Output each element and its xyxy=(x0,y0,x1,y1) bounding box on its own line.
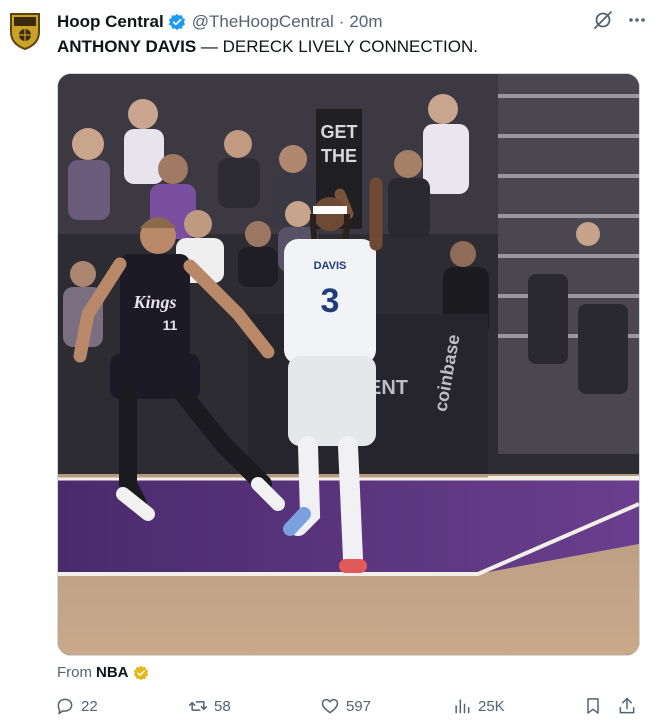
source-name[interactable]: NBA xyxy=(96,664,129,681)
bookmark-icon xyxy=(587,698,599,714)
author-handle[interactable]: @TheHoopCentral xyxy=(192,12,334,32)
tweet-text-rest: — DERECK LIVELY CONNECTION. xyxy=(196,37,478,56)
like-count: 597 xyxy=(346,697,372,715)
more-icon[interactable] xyxy=(627,10,647,30)
reply-button[interactable]: 22 xyxy=(55,696,98,716)
views-icon xyxy=(455,699,470,714)
arena-stairs xyxy=(498,74,639,454)
bookmark-button[interactable] xyxy=(583,696,603,716)
davis-jersey-number: 3 xyxy=(321,282,340,320)
source-prefix: From xyxy=(57,664,92,681)
repost-count: 58 xyxy=(214,697,231,715)
media-source: From NBA xyxy=(57,664,149,681)
views-button[interactable]: 25K xyxy=(452,696,505,716)
tweet-video[interactable]: GET THE coinbase ENT Kings 11 DAVIS 3 xyxy=(57,73,640,656)
share-icon xyxy=(619,697,635,714)
reply-count: 22 xyxy=(81,697,98,715)
kings-jersey-number: 11 xyxy=(163,317,178,333)
author-name[interactable]: Hoop Central xyxy=(57,12,164,32)
share-button[interactable] xyxy=(617,696,637,716)
tweet-header: Hoop Central @TheHoopCentral · 20m xyxy=(57,10,647,34)
tweet-time[interactable]: 20m xyxy=(349,12,382,32)
tweet-actions: 22 58 597 25K xyxy=(55,696,640,720)
verified-gold-icon xyxy=(133,665,148,680)
grok-icon[interactable] xyxy=(593,10,613,30)
separator-dot: · xyxy=(338,12,345,31)
arena-sign-line-2: THE xyxy=(321,146,357,166)
heart-icon xyxy=(321,698,339,714)
hoop-central-logo xyxy=(10,13,40,51)
like-button[interactable]: 597 xyxy=(320,696,371,716)
verified-badge-icon xyxy=(168,13,185,31)
davis-jersey-name: DAVIS xyxy=(314,260,347,272)
video-frame: GET THE coinbase ENT Kings 11 DAVIS 3 xyxy=(58,74,639,655)
reply-icon xyxy=(57,698,73,715)
repost-icon xyxy=(188,701,208,711)
repost-button[interactable]: 58 xyxy=(188,696,231,716)
arena-sign-line-1: GET xyxy=(320,122,357,142)
kings-jersey-text: Kings xyxy=(132,292,176,312)
author-avatar[interactable] xyxy=(8,10,42,51)
tweet-text-bold: ANTHONY DAVIS xyxy=(57,37,197,56)
views-count: 25K xyxy=(478,697,505,715)
tweet-text: ANTHONY DAVIS — DERECK LIVELY CONNECTION… xyxy=(57,37,478,57)
